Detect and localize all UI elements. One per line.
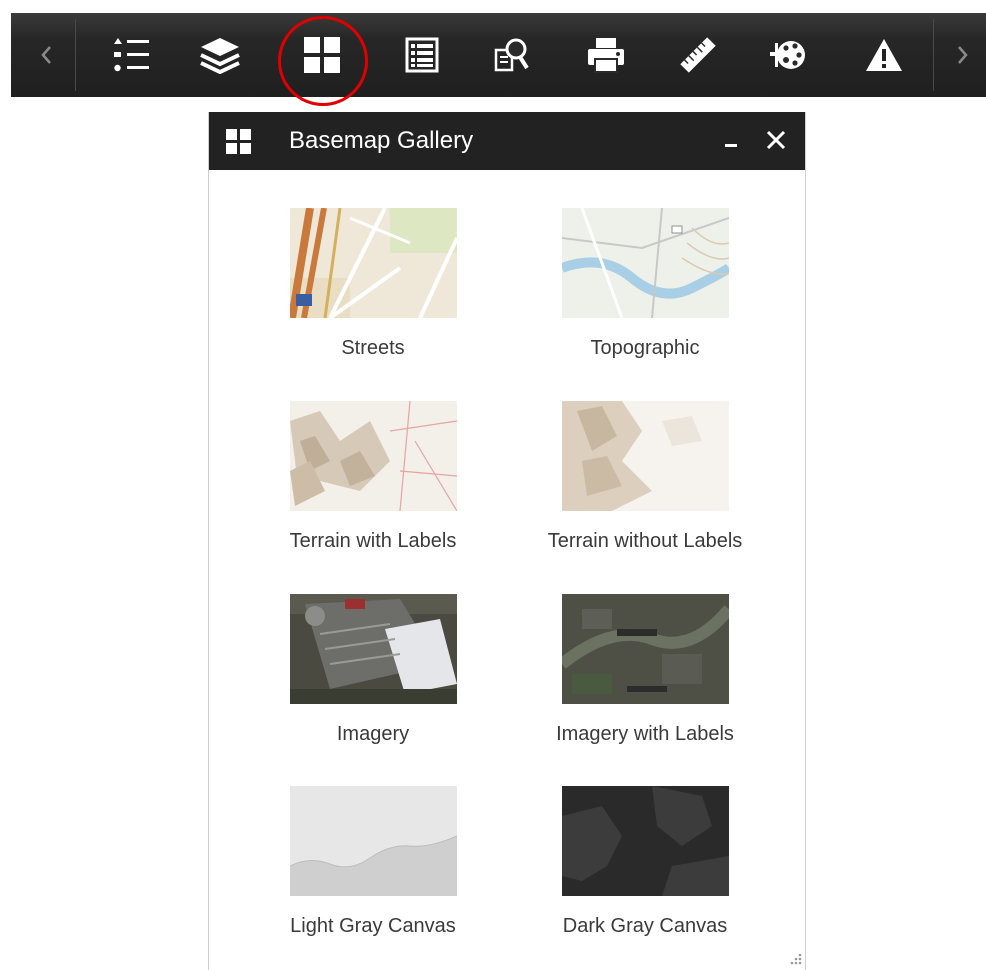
imagery-with-labels-thumbnail (561, 594, 729, 704)
basemap-streets[interactable]: Streets (263, 208, 483, 360)
basemap-gallery-panel: Basemap Gallery Streets Topographic Terr… (208, 112, 806, 970)
warning-button[interactable] (849, 13, 919, 97)
basemap-label: Streets (341, 337, 405, 359)
print-icon (588, 38, 624, 73)
terrain-with-labels-thumbnail (289, 401, 457, 511)
basemap-imagery-with-labels[interactable]: Imagery with Labels (535, 594, 755, 746)
legend-button[interactable] (97, 13, 167, 97)
basemap-label: Terrain with Labels (289, 530, 457, 552)
panel-title: Basemap Gallery (289, 127, 474, 154)
print-button[interactable] (571, 13, 641, 97)
basemap-label: Light Gray Canvas (290, 915, 456, 937)
layer-list-button[interactable] (185, 13, 255, 97)
terrain-without-labels-thumbnail (561, 401, 729, 511)
topographic-thumbnail (561, 208, 729, 318)
basemap-dark-gray-canvas[interactable]: Dark Gray Canvas (535, 786, 755, 938)
basemap-topographic[interactable]: Topographic (535, 208, 755, 360)
query-icon (494, 38, 529, 72)
attribute-table-button[interactable] (387, 13, 457, 97)
toolbar-prev-button[interactable] (21, 13, 71, 97)
minimize-icon (725, 144, 737, 147)
basemap-label: Imagery (336, 723, 410, 745)
toolbar-next-button[interactable] (939, 13, 986, 97)
warning-icon (866, 39, 902, 71)
draw-button[interactable] (753, 13, 823, 97)
toolbar-divider (933, 19, 934, 91)
query-button[interactable] (477, 13, 547, 97)
basemap-imagery[interactable]: Imagery (263, 594, 483, 746)
chevron-left-icon (41, 46, 51, 64)
panel-header: Basemap Gallery (209, 112, 805, 170)
draw-palette-icon (770, 41, 805, 69)
light-gray-canvas-thumbnail (289, 786, 457, 896)
toolbar-divider (75, 19, 76, 91)
chevron-right-icon (957, 46, 968, 64)
basemap-light-gray-canvas[interactable]: Light Gray Canvas (263, 786, 483, 938)
basemap-label: Imagery with Labels (556, 723, 734, 745)
basemap-label: Dark Gray Canvas (562, 915, 728, 937)
basemap-label: Topographic (590, 337, 700, 359)
measurement-ruler-icon (680, 37, 716, 73)
basemap-terrain-without-labels[interactable]: Terrain without Labels (535, 401, 755, 553)
dark-gray-canvas-thumbnail (561, 786, 729, 896)
layers-icon (200, 38, 240, 74)
resize-grip-icon[interactable] (787, 952, 803, 968)
streets-thumbnail (289, 208, 457, 318)
imagery-thumbnail (289, 594, 457, 704)
minimize-button[interactable] (716, 124, 746, 156)
close-icon (766, 130, 786, 150)
basemap-gallery-icon (226, 129, 251, 154)
legend-list-icon (114, 38, 149, 72)
measurement-button[interactable] (663, 13, 733, 97)
attribute-table-icon (405, 37, 439, 73)
basemap-terrain-with-labels[interactable]: Terrain with Labels (263, 401, 483, 553)
active-tool-highlight-circle (278, 16, 368, 106)
basemap-label: Terrain without Labels (547, 530, 743, 552)
widget-toolbar (11, 13, 986, 106)
close-button[interactable] (760, 124, 792, 156)
